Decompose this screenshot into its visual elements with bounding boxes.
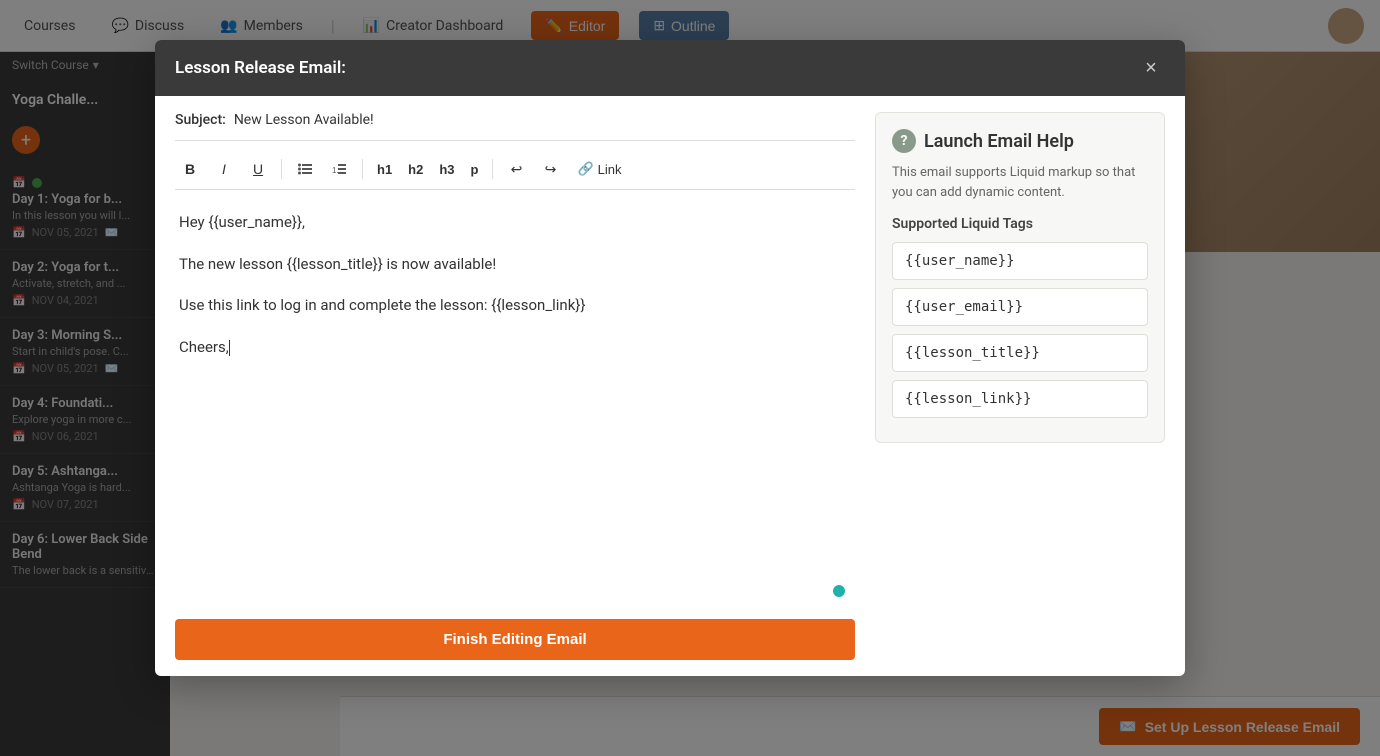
toolbar-separator — [362, 159, 363, 179]
bold-button[interactable]: B — [175, 155, 205, 183]
toolbar-separator — [492, 159, 493, 179]
email-body[interactable]: Hey {{user_name}}, The new lesson {{less… — [175, 202, 855, 607]
link-label: Link — [598, 162, 622, 177]
email-cheers-text: Cheers, — [179, 338, 229, 356]
lesson-release-email-modal: Lesson Release Email: × Subject: New Les… — [155, 40, 1185, 676]
toolbar-separator — [281, 159, 282, 179]
liquid-tag-user-name: {{user_name}} — [892, 242, 1148, 280]
help-icon: ? — [892, 129, 916, 153]
modal-body: Subject: New Lesson Available! B I U — [155, 96, 1185, 676]
bullet-list-button[interactable] — [290, 155, 320, 183]
email-line-3: Use this link to log in and complete the… — [179, 293, 851, 319]
ordered-list-button[interactable]: 1. — [324, 155, 354, 183]
subject-label: Subject: — [175, 112, 226, 128]
finish-editing-email-button[interactable]: Finish Editing Email — [175, 619, 855, 660]
italic-button[interactable]: I — [209, 155, 239, 183]
email-line-1: Hey {{user_name}}, — [179, 210, 851, 236]
h2-button[interactable]: h2 — [402, 155, 429, 183]
email-editor: Subject: New Lesson Available! B I U — [175, 112, 855, 660]
email-help-panel: ? Launch Email Help This email supports … — [875, 112, 1165, 443]
liquid-tag-lesson-title: {{lesson_title}} — [892, 334, 1148, 372]
help-title: Launch Email Help — [924, 131, 1074, 152]
p-button[interactable]: p — [465, 155, 485, 183]
liquid-tag-user-email: {{user_email}} — [892, 288, 1148, 326]
undo-button[interactable]: ↩ — [501, 155, 531, 183]
help-description: This email supports Liquid markup so tha… — [892, 163, 1148, 202]
email-line-2: The new lesson {{lesson_title}} is now a… — [179, 252, 851, 278]
liquid-section-title: Supported Liquid Tags — [892, 216, 1148, 232]
modal-header: Lesson Release Email: × — [155, 40, 1185, 96]
link-button[interactable]: 🔗 Link — [569, 155, 629, 183]
modal-close-button[interactable]: × — [1137, 54, 1165, 82]
email-line-4: Cheers, — [179, 335, 851, 361]
h3-button[interactable]: h3 — [433, 155, 460, 183]
h1-button[interactable]: h1 — [371, 155, 398, 183]
text-cursor — [229, 340, 230, 356]
redo-button[interactable]: ↪ — [535, 155, 565, 183]
svg-text:1.: 1. — [332, 166, 339, 175]
link-icon: 🔗 — [577, 161, 593, 177]
email-toolbar: B I U 1. — [175, 149, 855, 190]
help-header: ? Launch Email Help — [892, 129, 1148, 153]
modal-title: Lesson Release Email: — [175, 58, 346, 78]
underline-button[interactable]: U — [243, 155, 273, 183]
subject-row: Subject: New Lesson Available! — [175, 112, 855, 141]
subject-value: New Lesson Available! — [234, 112, 374, 128]
liquid-tag-lesson-link: {{lesson_link}} — [892, 380, 1148, 418]
teal-indicator-dot — [833, 585, 845, 597]
